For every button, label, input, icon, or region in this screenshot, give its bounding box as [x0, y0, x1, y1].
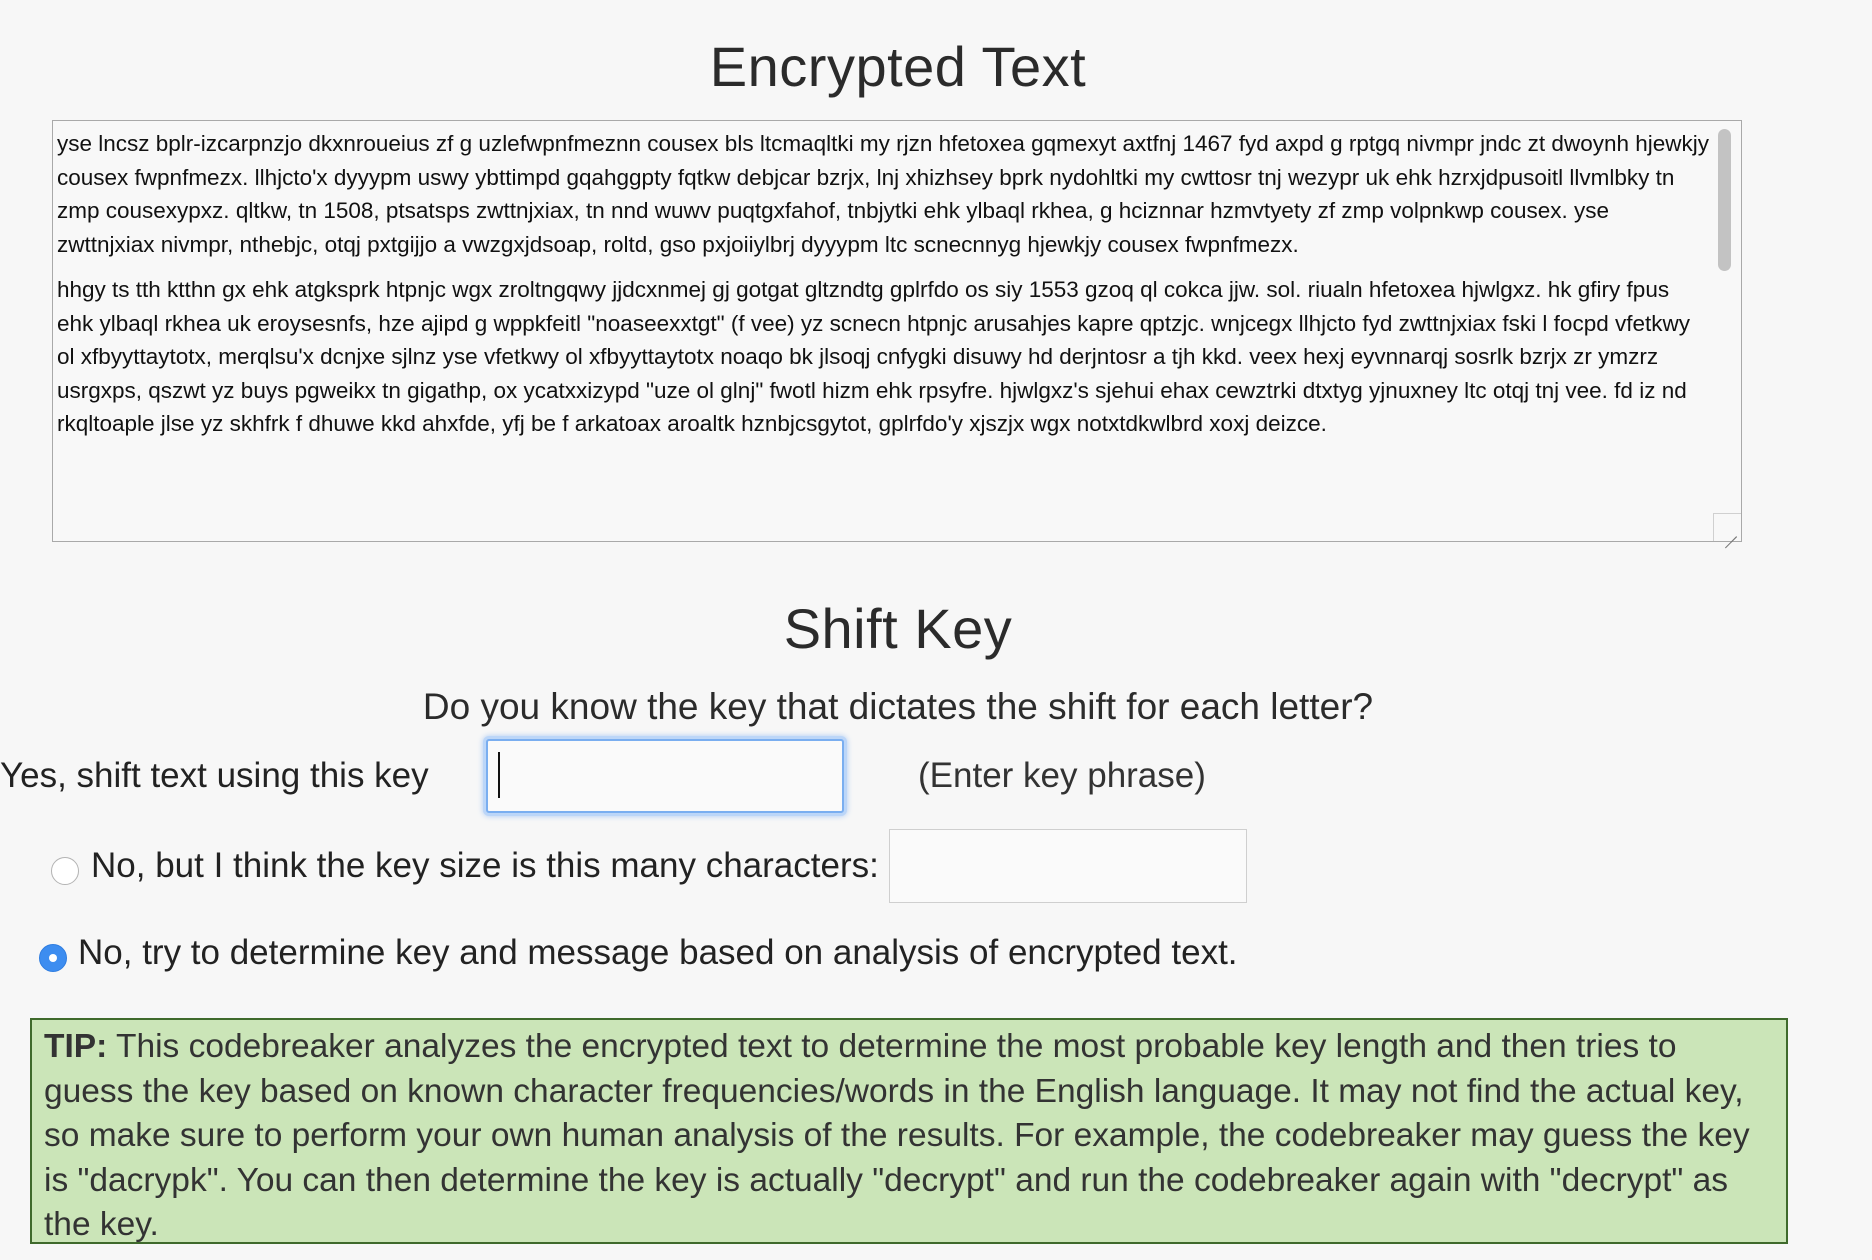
tip-box: TIP: This codebreaker analyzes the encry…: [30, 1018, 1788, 1244]
encrypted-text-area[interactable]: yse lncsz bplr-izcarpnzjo dkxnroueius zf…: [52, 120, 1742, 542]
auto-determine-label[interactable]: No, try to determine key and message bas…: [78, 933, 1238, 973]
key-size-label[interactable]: No, but I think the key size is this man…: [91, 846, 879, 886]
auto-determine-radio[interactable]: [39, 944, 67, 972]
shift-key-question: Do you know the key that dictates the sh…: [422, 686, 1374, 727]
encrypted-paragraph-1: yse lncsz bplr-izcarpnzjo dkxnroueius zf…: [57, 131, 1709, 257]
encrypted-text-content[interactable]: yse lncsz bplr-izcarpnzjo dkxnroueius zf…: [57, 127, 1709, 535]
resize-grip-icon[interactable]: [1713, 513, 1741, 541]
yes-shift-label: Yes, shift text using this key: [0, 756, 429, 795]
encrypted-text-title: Encrypted Text: [709, 35, 1087, 98]
tip-text: This codebreaker analyzes the encrypted …: [44, 1028, 1750, 1243]
key-size-input[interactable]: [889, 829, 1247, 903]
key-size-radio[interactable]: [51, 857, 79, 885]
textarea-scrollbar[interactable]: [1718, 129, 1731, 271]
encrypted-paragraph-2: hhgy ts tth ktthn gx ehk atgksprk htpnjc…: [57, 277, 1690, 436]
tip-label: TIP:: [44, 1028, 108, 1065]
text-caret: [498, 752, 500, 798]
key-phrase-input[interactable]: [486, 739, 844, 813]
shift-key-title: Shift Key: [783, 597, 1013, 660]
key-phrase-hint: (Enter key phrase): [918, 756, 1206, 795]
